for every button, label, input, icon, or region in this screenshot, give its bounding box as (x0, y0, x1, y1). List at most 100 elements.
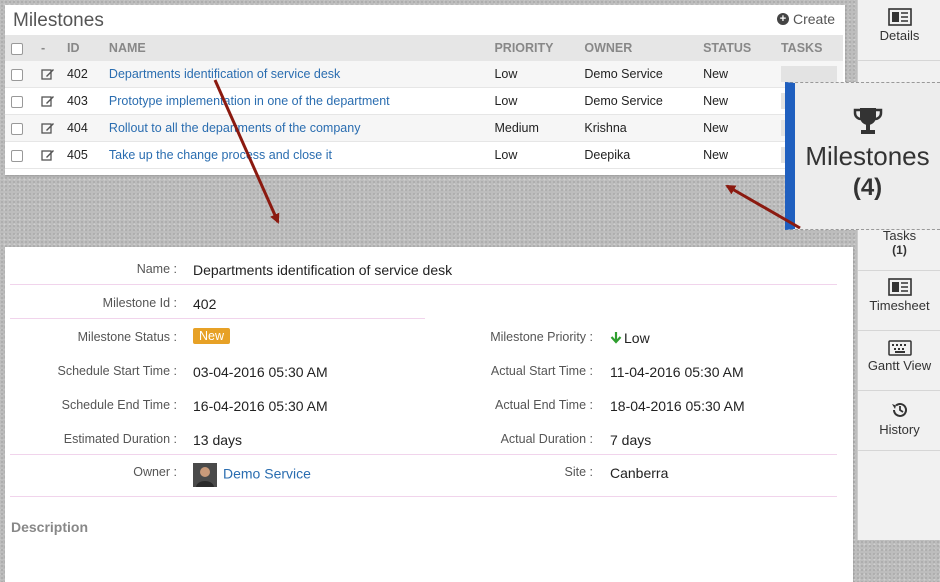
trophy-icon (853, 108, 882, 134)
header-select (5, 35, 35, 61)
row-name-link[interactable]: Rollout to all the departments of the co… (109, 121, 361, 135)
milestone-status-label: Milestone Status : (77, 330, 177, 344)
table-row[interactable]: 403 Prototype implementation in one of t… (5, 87, 843, 115)
actual-start-value: 11-04-2016 05:30 AM (610, 364, 744, 380)
row-checkbox[interactable] (11, 95, 23, 108)
detail-row-end: Schedule End Time : 16-04-2016 05:30 AM … (5, 387, 845, 421)
row-name-link[interactable]: Departments identification of service de… (109, 67, 340, 81)
avatar (193, 463, 217, 487)
schedule-end-label: Schedule End Time : (61, 398, 177, 412)
actual-duration-value: 7 days (610, 432, 652, 448)
milestone-id-value: 402 (193, 296, 217, 312)
sidebar-item-timesheet[interactable]: Timesheet (858, 278, 940, 331)
row-name-link[interactable]: Take up the change process and close it (109, 148, 332, 162)
timesheet-icon (887, 278, 912, 296)
estimated-duration-label: Estimated Duration : (63, 432, 177, 446)
create-button[interactable]: + Create (776, 11, 835, 27)
row-status: New (697, 141, 775, 169)
row-priority: Medium (488, 114, 579, 142)
milestones-table: - ID NAME PRIORITY OWNER STATUS TASKS 40… (5, 35, 843, 169)
header-priority[interactable]: PRIORITY (488, 35, 579, 61)
header-edit: - (34, 35, 61, 61)
sidebar-label-tasks: Tasks (882, 228, 917, 243)
detail-row-name: Name : Departments identification of ser… (5, 251, 845, 285)
sidebar-label-gantt: Gantt View (867, 358, 932, 373)
row-owner: Demo Service (578, 87, 698, 115)
milestone-id-label: Milestone Id : (102, 296, 177, 310)
select-all-checkbox[interactable] (11, 42, 23, 55)
row-id: 402 (60, 61, 103, 88)
row-id: 403 (60, 87, 103, 115)
row-status: New (697, 114, 775, 142)
right-sidebar: Details Tasks (1) Timesheet Gantt View H… (857, 0, 940, 540)
sidebar-label-history: History (879, 422, 920, 437)
actual-end-label: Actual End Time : (495, 398, 593, 412)
sidebar-item-details[interactable]: Details (858, 8, 940, 61)
row-owner: Krishna (578, 114, 698, 142)
row-owner: Deepika (578, 141, 698, 169)
header-status[interactable]: STATUS (697, 35, 775, 61)
keyboard-icon (887, 340, 912, 356)
table-row[interactable]: 402 Departments identification of servic… (5, 61, 843, 88)
estimated-duration-value: 13 days (193, 432, 243, 448)
table-row[interactable]: 405 Take up the change process and close… (5, 141, 843, 169)
status-badge: New (193, 328, 231, 344)
detail-row-duration: Estimated Duration : 13 days Actual Dura… (5, 421, 845, 455)
owner-value: Demo Service (193, 463, 311, 487)
callout-label: Milestones (805, 141, 930, 171)
row-checkbox[interactable] (11, 149, 23, 162)
history-icon (891, 402, 907, 417)
priority-text: Low (624, 330, 650, 346)
task-progress-bar (780, 66, 837, 82)
owner-link[interactable]: Demo Service (223, 466, 311, 482)
row-priority: Low (488, 141, 579, 169)
detail-row-id: Milestone Id : 402 (5, 285, 845, 319)
milestone-priority-value: Low (610, 330, 650, 346)
header-owner[interactable]: OWNER (578, 35, 698, 61)
row-checkbox[interactable] (11, 122, 23, 135)
detail-row-status: Milestone Status : New Milestone Priorit… (5, 319, 845, 353)
actual-duration-label: Actual Duration : (500, 432, 593, 446)
row-id: 405 (60, 141, 103, 169)
name-value: Departments identification of service de… (193, 262, 453, 278)
edit-icon[interactable] (41, 94, 55, 108)
table-row[interactable]: 404 Rollout to all the departments of th… (5, 114, 843, 142)
name-label: Name : (136, 262, 177, 276)
milestones-callout[interactable]: Milestones (4) (785, 82, 940, 230)
edit-icon[interactable] (41, 148, 55, 162)
schedule-start-value: 03-04-2016 05:30 AM (193, 364, 328, 380)
sidebar-item-tasks[interactable]: Tasks (1) (858, 228, 940, 271)
sidebar-item-history[interactable]: History (858, 400, 940, 451)
row-id: 404 (60, 114, 103, 142)
table-header: - ID NAME PRIORITY OWNER STATUS TASKS (5, 35, 843, 61)
sidebar-tasks-count: (1) (892, 243, 907, 257)
row-priority: Low (488, 87, 579, 115)
milestone-details-panel: Name : Departments identification of ser… (5, 247, 853, 582)
list-title: Milestones (13, 10, 104, 31)
actual-end-value: 18-04-2016 05:30 AM (610, 398, 745, 414)
row-status: New (697, 87, 775, 115)
header-name[interactable]: NAME (102, 35, 489, 61)
sidebar-label-timesheet: Timesheet (869, 298, 930, 313)
site-label: Site : (564, 465, 594, 479)
row-status: New (697, 61, 775, 88)
site-value: Canberra (610, 465, 669, 481)
header-tasks[interactable]: TASKS (774, 35, 843, 61)
row-priority: Low (488, 61, 579, 88)
row-owner: Demo Service (578, 61, 698, 88)
arrow-down-icon (610, 332, 622, 344)
sidebar-label-details: Details (879, 28, 920, 43)
sidebar-item-gantt[interactable]: Gantt View (858, 340, 940, 391)
row-name-link[interactable]: Prototype implementation in one of the d… (109, 94, 390, 108)
actual-start-label: Actual Start Time : (490, 364, 593, 378)
edit-icon[interactable] (41, 67, 55, 81)
detail-row-owner: Owner : Demo Service Site : Canberra (5, 455, 845, 497)
detail-row-start: Schedule Start Time : 03-04-2016 05:30 A… (5, 353, 845, 387)
owner-label: Owner : (133, 465, 177, 479)
edit-icon[interactable] (41, 121, 55, 135)
callout-count: (4) (852, 174, 883, 201)
header-id[interactable]: ID (60, 35, 103, 61)
create-label: Create (792, 11, 835, 27)
row-checkbox[interactable] (11, 68, 23, 81)
milestone-priority-label: Milestone Priority : (490, 330, 593, 344)
